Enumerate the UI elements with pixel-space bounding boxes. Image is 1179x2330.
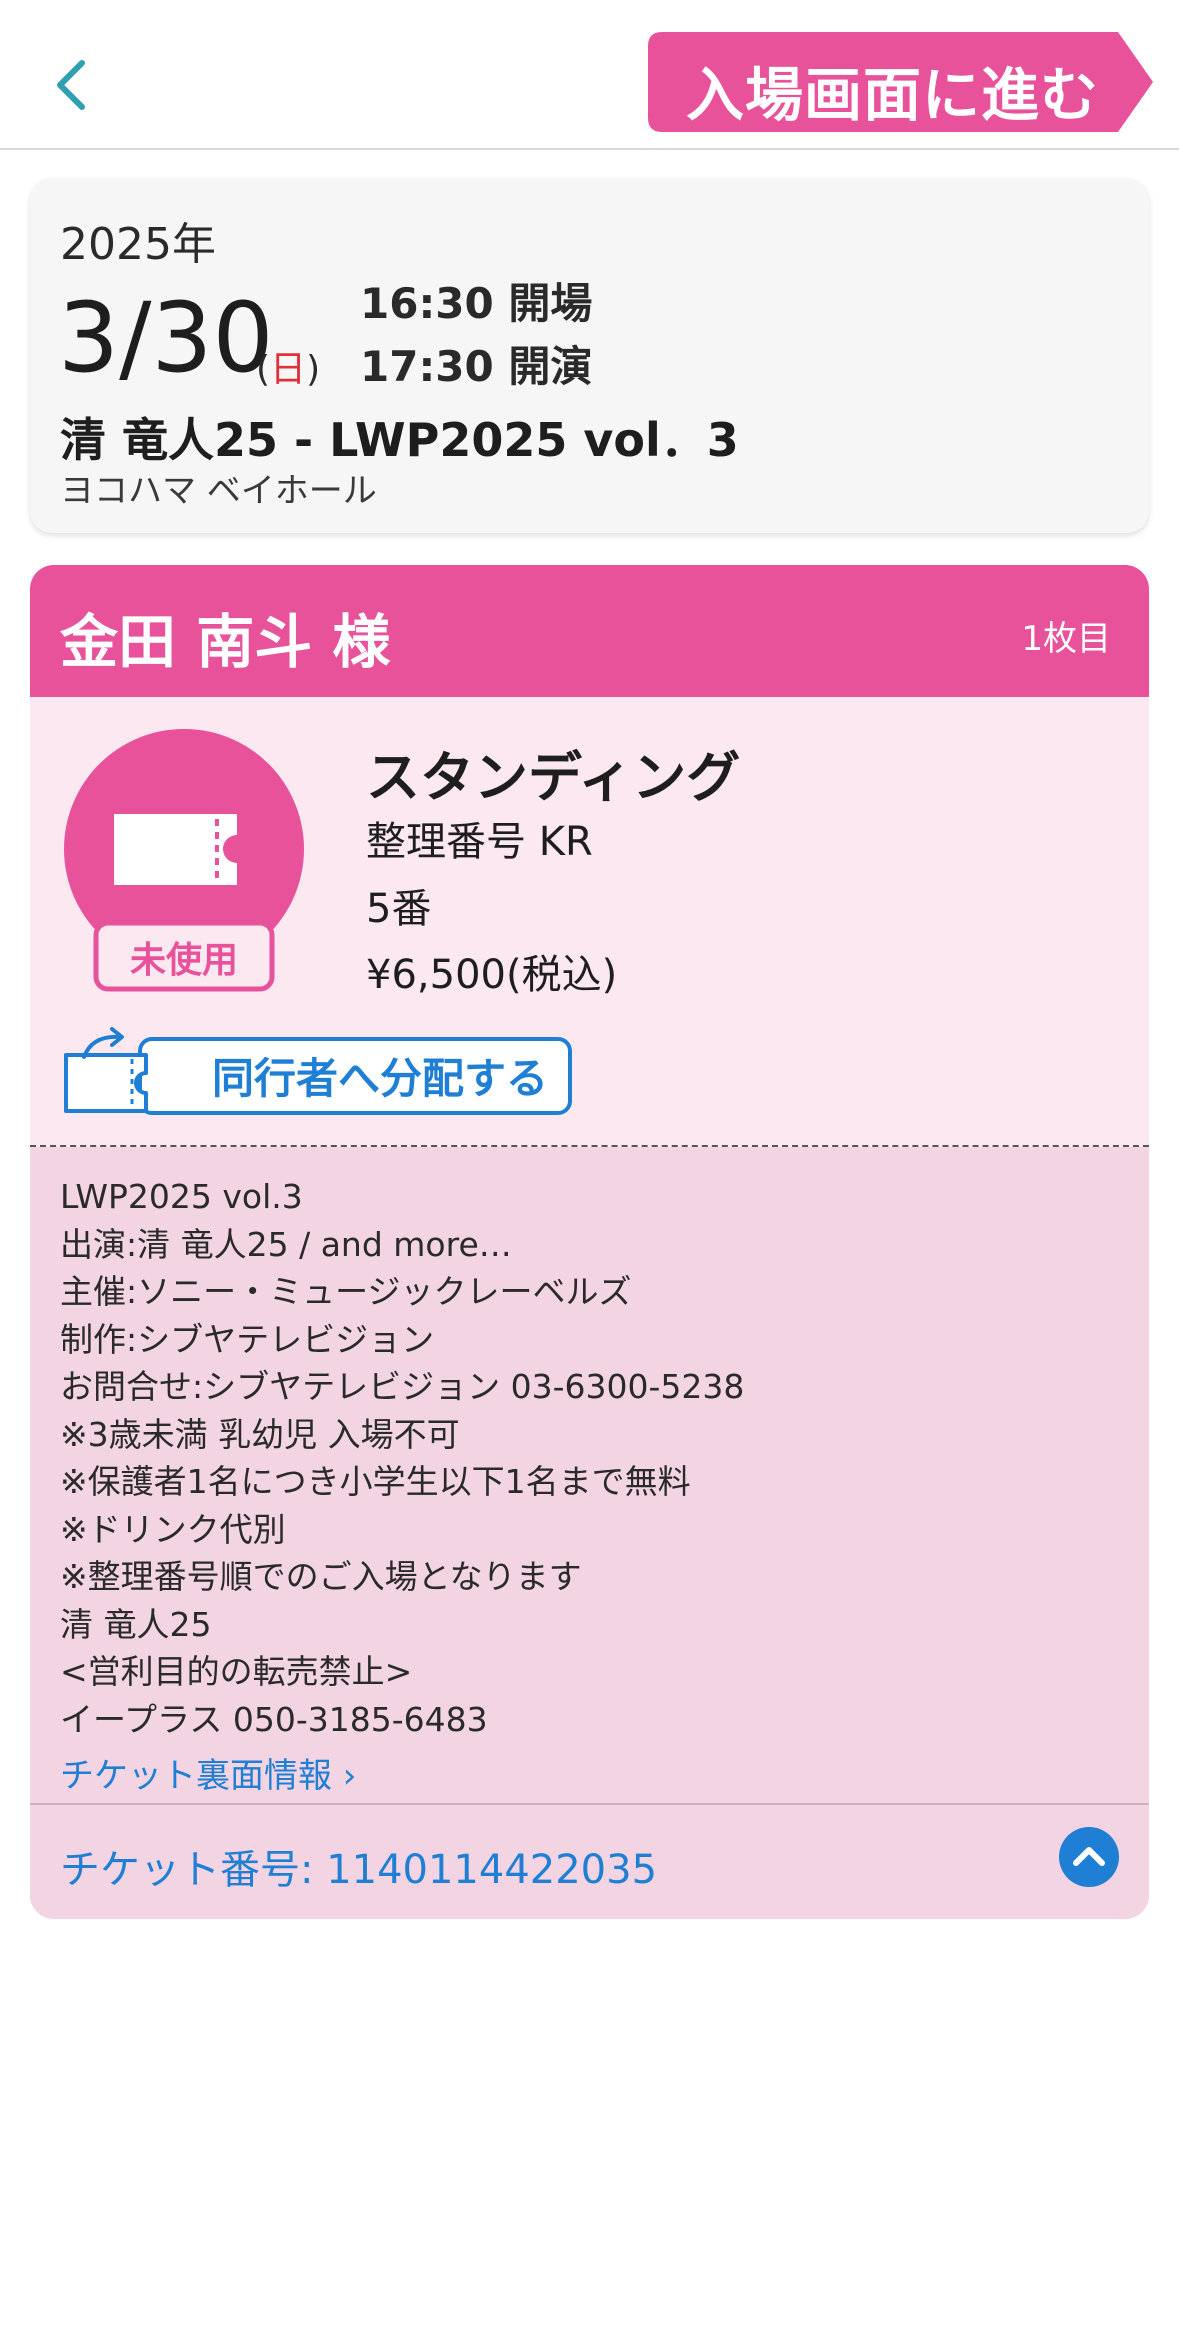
note-line: お問合せ:シブヤテレビジョン 03-6300-5238 bbox=[60, 1367, 745, 1406]
note-line: LWP2025 vol.3 bbox=[60, 1177, 303, 1216]
event-weekday: (日) bbox=[256, 349, 321, 390]
note-line: ※整理番号順でのご入場となります bbox=[60, 1557, 582, 1596]
ticket-header: 金田 南斗 様 1枚目 bbox=[30, 565, 1149, 697]
ticket-body: 未使用 スタンディング 整理番号 KR 5番 ¥6,500(税込) 同行者へ分配… bbox=[30, 697, 1149, 1147]
ticket-footer: チケット番号: 1140114422035 bbox=[30, 1803, 1149, 1919]
ticket-back-info-link[interactable]: チケット裏面情報 › bbox=[60, 1748, 356, 1797]
top-bar: 入場画面に進む bbox=[0, 0, 1179, 150]
collapse-button[interactable] bbox=[1059, 1827, 1119, 1887]
event-date: 3/30 bbox=[58, 282, 274, 394]
share-with-companion-label: 同行者へ分配する bbox=[212, 1054, 549, 1103]
event-venue: ヨコハマ ベイホール bbox=[60, 471, 377, 511]
ticket-holder-name: 金田 南斗 様 bbox=[60, 608, 391, 676]
ticket-number: チケット番号: 1140114422035 bbox=[60, 1847, 658, 1893]
note-line: ※3歳未満 乳幼児 入場不可 bbox=[60, 1414, 460, 1454]
ticket-card: 金田 南斗 様 1枚目 未使用 スタンディング 整理番号 KR 5番 ¥6,50… bbox=[30, 565, 1149, 1919]
share-with-companion-button[interactable]: 同行者へ分配する bbox=[62, 1027, 577, 1119]
enter-screen-button[interactable]: 入場画面に進む bbox=[648, 32, 1153, 132]
reference-number: 5番 bbox=[366, 886, 432, 932]
doors-time: 16:30 開場 bbox=[360, 279, 593, 328]
start-time: 17:30 開演 bbox=[360, 342, 593, 391]
ticket-notes: LWP2025 vol.3 出演:清 竜人25 / and more… 主催:ソ… bbox=[60, 1173, 1120, 1743]
seat-type: スタンディング bbox=[366, 746, 741, 809]
event-year: 2025年 bbox=[60, 219, 216, 270]
note-line: <営利目的の転売禁止> bbox=[60, 1652, 413, 1691]
note-line: ※保護者1名につき小学生以下1名まで無料 bbox=[60, 1462, 691, 1501]
note-line: 主催:ソニー・ミュージックレーベルズ bbox=[60, 1272, 632, 1311]
note-line: ※ドリンク代別 bbox=[60, 1509, 286, 1549]
ticket-price: ¥6,500(税込) bbox=[366, 952, 618, 998]
note-line: 制作:シブヤテレビジョン bbox=[60, 1319, 435, 1359]
event-title: 清 竜人25 - LWP2025 vol．3 bbox=[60, 413, 739, 467]
note-line: イープラス 050-3185-6483 bbox=[60, 1699, 488, 1739]
ticket-count: 1枚目 bbox=[1021, 619, 1111, 659]
chevron-left-icon bbox=[57, 60, 85, 110]
event-info-card: 2025年 3/30 (日) 16:30 開場 17:30 開演 清 竜人25 … bbox=[30, 178, 1149, 533]
note-line: 出演:清 竜人25 / and more… bbox=[60, 1224, 512, 1264]
ticket-status-label: 未使用 bbox=[129, 940, 238, 981]
enter-screen-label: 入場画面に進む bbox=[686, 61, 1100, 129]
note-line: 清 竜人25 bbox=[60, 1604, 212, 1644]
back-button[interactable] bbox=[50, 55, 94, 115]
ticket-status-icon: 未使用 bbox=[62, 727, 306, 997]
reference-number-label: 整理番号 KR bbox=[366, 819, 593, 865]
chevron-up-icon bbox=[1073, 1847, 1105, 1866]
